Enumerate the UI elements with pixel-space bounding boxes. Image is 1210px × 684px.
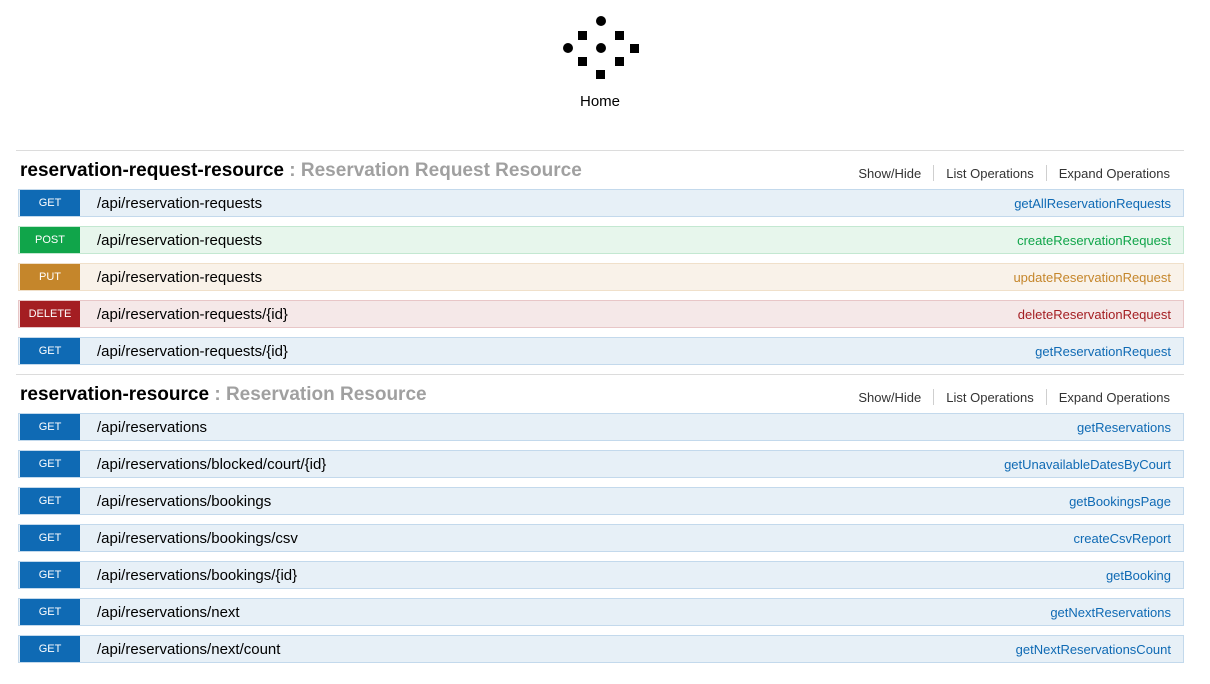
method-badge[interactable]: GET xyxy=(20,488,80,514)
endpoint-path[interactable]: /api/reservations/bookings xyxy=(97,493,271,510)
endpoint-row[interactable]: GET /api/reservations getReservations xyxy=(18,413,1184,441)
endpoint-path[interactable]: /api/reservations/bookings/{id} xyxy=(97,567,297,584)
resource-list: reservation-request-resource : Reservati… xyxy=(16,150,1184,672)
endpoint-path[interactable]: /api/reservations/blocked/court/{id} xyxy=(97,456,326,473)
resource-separator: : xyxy=(284,160,301,181)
endpoint-row[interactable]: POST /api/reservation-requests createRes… xyxy=(18,226,1184,254)
list-operations-link[interactable]: List Operations xyxy=(934,166,1045,181)
endpoint-row[interactable]: GET /api/reservations/bookings getBookin… xyxy=(18,487,1184,515)
endpoint-path[interactable]: /api/reservations xyxy=(97,419,207,436)
method-badge[interactable]: GET xyxy=(20,338,80,364)
endpoint-path[interactable]: /api/reservations/bookings/csv xyxy=(97,530,298,547)
operation-name[interactable]: createReservationRequest xyxy=(1017,233,1171,248)
operation-name[interactable]: updateReservationRequest xyxy=(1013,270,1171,285)
resource-name[interactable]: reservation-resource xyxy=(20,384,209,405)
method-badge[interactable]: POST xyxy=(20,227,80,253)
method-badge[interactable]: GET xyxy=(20,525,80,551)
method-badge[interactable]: GET xyxy=(20,190,80,216)
endpoint-row[interactable]: GET /api/reservations/next/count getNext… xyxy=(18,635,1184,663)
endpoint-row[interactable]: GET /api/reservation-requests/{id} getRe… xyxy=(18,337,1184,365)
method-badge[interactable]: GET xyxy=(20,636,80,662)
method-badge[interactable]: GET xyxy=(20,599,80,625)
resource-description: Reservation Resource xyxy=(225,384,427,405)
endpoint-path[interactable]: /api/reservations/next/count xyxy=(97,641,280,658)
endpoint-row[interactable]: GET /api/reservations/next getNextReserv… xyxy=(18,598,1184,626)
endpoint-path[interactable]: /api/reservation-requests xyxy=(97,269,262,286)
operation-name[interactable]: getBooking xyxy=(1106,568,1171,583)
resource-operations-bar: Show/Hide List Operations Expand Operati… xyxy=(846,165,1170,181)
operation-name[interactable]: deleteReservationRequest xyxy=(1018,307,1171,322)
operation-name[interactable]: getNextReservations xyxy=(1050,605,1171,620)
endpoint-path[interactable]: /api/reservations/next xyxy=(97,604,240,621)
method-badge[interactable]: PUT xyxy=(20,264,80,290)
operation-name[interactable]: getUnavailableDatesByCourt xyxy=(1004,457,1171,472)
swagger-dots-logo-icon[interactable] xyxy=(560,15,642,81)
resource-heading: reservation-resource : Reservation Resou… xyxy=(16,375,1184,413)
method-badge[interactable]: GET xyxy=(20,451,80,477)
operation-name[interactable]: createCsvReport xyxy=(1073,531,1171,546)
resource-title[interactable]: reservation-request-resource : Reservati… xyxy=(20,160,582,182)
header: Home xyxy=(0,0,1210,130)
operation-name[interactable]: getAllReservationRequests xyxy=(1014,196,1171,211)
list-operations-link[interactable]: List Operations xyxy=(934,390,1045,405)
expand-operations-link[interactable]: Expand Operations xyxy=(1047,390,1170,405)
operation-name[interactable]: getNextReservationsCount xyxy=(1016,642,1171,657)
endpoint-row[interactable]: GET /api/reservations/bookings/csv creat… xyxy=(18,524,1184,552)
endpoint-row[interactable]: GET /api/reservations/bookings/{id} getB… xyxy=(18,561,1184,589)
method-badge[interactable]: GET xyxy=(20,414,80,440)
method-badge[interactable]: GET xyxy=(20,562,80,588)
home-link[interactable]: Home xyxy=(0,93,1200,110)
resource-heading: reservation-request-resource : Reservati… xyxy=(16,151,1184,189)
show-hide-link[interactable]: Show/Hide xyxy=(846,390,933,405)
operation-name[interactable]: getReservations xyxy=(1077,420,1171,435)
endpoint-path[interactable]: /api/reservation-requests/{id} xyxy=(97,343,288,360)
resource-title[interactable]: reservation-resource : Reservation Resou… xyxy=(20,384,427,406)
resource-separator: : xyxy=(209,384,226,405)
resource-operations-bar: Show/Hide List Operations Expand Operati… xyxy=(846,389,1170,405)
operation-name[interactable]: getBookingsPage xyxy=(1069,494,1171,509)
resource-description: Reservation Request Resource xyxy=(300,160,582,181)
endpoint-row[interactable]: PUT /api/reservation-requests updateRese… xyxy=(18,263,1184,291)
endpoint-row[interactable]: GET /api/reservations/blocked/court/{id}… xyxy=(18,450,1184,478)
method-badge[interactable]: DELETE xyxy=(20,301,80,327)
expand-operations-link[interactable]: Expand Operations xyxy=(1047,166,1170,181)
resource-reservation: reservation-resource : Reservation Resou… xyxy=(16,374,1184,663)
show-hide-link[interactable]: Show/Hide xyxy=(846,166,933,181)
operation-name[interactable]: getReservationRequest xyxy=(1035,344,1171,359)
endpoint-row[interactable]: GET /api/reservation-requests getAllRese… xyxy=(18,189,1184,217)
resource-name[interactable]: reservation-request-resource xyxy=(20,160,284,181)
endpoint-path[interactable]: /api/reservation-requests/{id} xyxy=(97,306,288,323)
endpoint-row[interactable]: DELETE /api/reservation-requests/{id} de… xyxy=(18,300,1184,328)
endpoint-path[interactable]: /api/reservation-requests xyxy=(97,232,262,249)
endpoint-path[interactable]: /api/reservation-requests xyxy=(97,195,262,212)
resource-reservation-request: reservation-request-resource : Reservati… xyxy=(16,150,1184,365)
